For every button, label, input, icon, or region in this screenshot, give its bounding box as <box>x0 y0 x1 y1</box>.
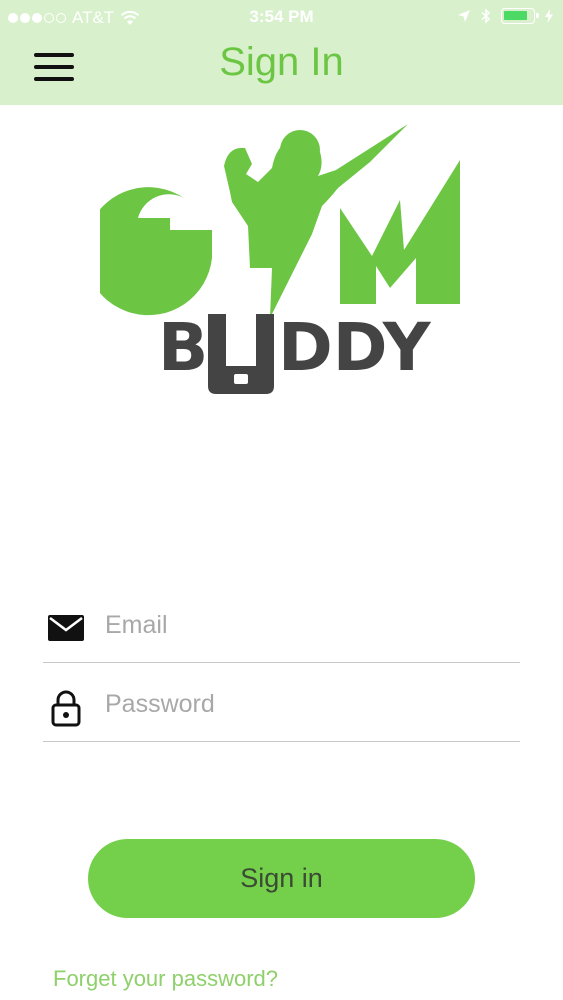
lock-icon <box>51 690 81 727</box>
logo-letter-m <box>340 160 460 304</box>
password-input[interactable] <box>105 682 505 726</box>
battery-icon <box>501 8 539 24</box>
gym-buddy-logo: B DDY <box>100 124 460 394</box>
header: AT&T 3:54 PM Sign In <box>0 0 563 105</box>
sign-in-screen: AT&T 3:54 PM Sign In B DDY Email Sign in… <box>0 0 563 1000</box>
charging-bolt-icon <box>545 9 553 23</box>
forgot-password-link[interactable]: Forget your password? <box>53 966 278 992</box>
envelope-icon <box>48 615 84 641</box>
status-right <box>457 8 553 24</box>
email-field <box>43 603 520 663</box>
logo-word-b: B <box>158 309 208 386</box>
location-arrow-icon <box>458 10 470 22</box>
page-title: Sign In <box>219 40 344 84</box>
battery-level <box>504 11 527 20</box>
logo-word-ddy: DDY <box>278 309 432 386</box>
password-field <box>43 682 520 742</box>
email-input[interactable] <box>105 603 505 647</box>
sign-in-button[interactable]: Sign in <box>88 839 475 918</box>
status-bar: AT&T 3:54 PM <box>0 0 563 36</box>
bluetooth-icon <box>481 8 491 24</box>
